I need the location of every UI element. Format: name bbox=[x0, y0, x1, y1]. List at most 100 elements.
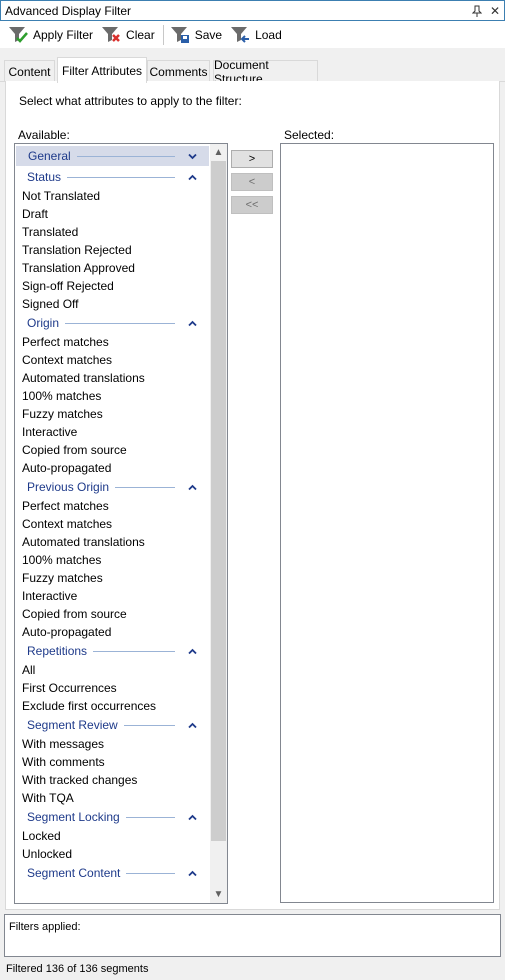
title-bar: Advanced Display Filter ✕ bbox=[0, 0, 505, 21]
scroll-down-icon[interactable]: ▼ bbox=[210, 886, 227, 903]
list-item[interactable]: Interactive bbox=[15, 587, 209, 605]
list-item[interactable]: Context matches bbox=[15, 515, 209, 533]
group-title: Segment Review bbox=[27, 718, 118, 732]
group-header[interactable]: Status bbox=[15, 167, 209, 187]
list-item[interactable]: Fuzzy matches bbox=[15, 569, 209, 587]
list-item[interactable]: All bbox=[15, 661, 209, 679]
list-item[interactable]: Draft bbox=[15, 205, 209, 223]
chevron-up-icon[interactable] bbox=[185, 722, 199, 729]
add-button[interactable]: > bbox=[231, 150, 273, 168]
list-item[interactable]: First Occurrences bbox=[15, 679, 209, 697]
status-text: Filtered 136 of 136 segments bbox=[6, 963, 149, 975]
list-item[interactable]: Auto-propagated bbox=[15, 459, 209, 477]
funnel-save-icon bbox=[170, 26, 189, 43]
list-item[interactable]: Copied from source bbox=[15, 441, 209, 459]
group-header[interactable]: Segment Review bbox=[15, 715, 209, 735]
clear-button[interactable]: Clear bbox=[98, 23, 158, 47]
save-button[interactable]: Save bbox=[167, 23, 225, 47]
group-divider bbox=[93, 650, 175, 652]
list-item[interactable]: Auto-propagated bbox=[15, 623, 209, 641]
group-divider bbox=[65, 322, 175, 324]
chevron-up-icon[interactable] bbox=[185, 648, 199, 655]
available-list-items: General Status Not Translated Draft Translat… bbox=[15, 144, 209, 883]
group-header[interactable]: Repetitions bbox=[15, 641, 209, 661]
list-item[interactable]: With TQA bbox=[15, 789, 209, 807]
list-item[interactable]: Copied from source bbox=[15, 605, 209, 623]
list-item[interactable]: With tracked changes bbox=[15, 771, 209, 789]
filters-applied-box: Filters applied: bbox=[4, 914, 501, 957]
chevron-up-icon[interactable] bbox=[185, 870, 199, 877]
chevron-up-icon[interactable] bbox=[185, 814, 199, 821]
selected-label: Selected: bbox=[284, 128, 335, 142]
group-title: Origin bbox=[27, 316, 60, 330]
list-item[interactable]: Unlocked bbox=[15, 845, 209, 863]
selected-list[interactable] bbox=[280, 143, 494, 903]
close-icon[interactable]: ✕ bbox=[486, 2, 504, 20]
funnel-load-icon bbox=[231, 26, 250, 43]
list-item[interactable]: Sign-off Rejected bbox=[15, 277, 209, 295]
toolbar-separator bbox=[162, 24, 164, 45]
list-item[interactable]: With comments bbox=[15, 753, 209, 771]
scroll-up-icon[interactable]: ▲ bbox=[210, 144, 227, 161]
list-item[interactable]: Signed Off bbox=[15, 295, 209, 313]
load-button[interactable]: Load bbox=[227, 23, 285, 47]
funnel-clear-icon bbox=[102, 26, 120, 42]
group-title: Segment Content bbox=[27, 866, 121, 880]
list-item[interactable]: Exclude first occurrences bbox=[15, 697, 209, 715]
list-item[interactable]: Translation Rejected bbox=[15, 241, 209, 259]
group-divider bbox=[125, 816, 175, 818]
chevron-up-icon[interactable] bbox=[185, 320, 199, 327]
chevron-up-icon[interactable] bbox=[185, 484, 199, 491]
group-divider bbox=[123, 724, 175, 726]
scrollbar-thumb[interactable] bbox=[211, 161, 226, 841]
funnel-check-icon bbox=[9, 26, 28, 43]
toolbar: Apply Filter Clear Save Load bbox=[0, 21, 505, 48]
list-item[interactable]: Automated translations bbox=[15, 533, 209, 551]
available-list[interactable]: General Status Not Translated Draft Translat… bbox=[14, 143, 228, 904]
window-title: Advanced Display Filter bbox=[5, 3, 132, 18]
apply-filter-label: Apply Filter bbox=[33, 27, 94, 42]
clear-label: Clear bbox=[126, 27, 155, 42]
pin-icon[interactable] bbox=[468, 2, 486, 20]
list-item[interactable]: Locked bbox=[15, 827, 209, 845]
list-item[interactable]: Not Translated bbox=[15, 187, 209, 205]
tab-filter-attributes[interactable]: Filter Attributes bbox=[57, 57, 147, 83]
load-label: Load bbox=[255, 27, 282, 42]
tab-content[interactable]: Content bbox=[4, 60, 55, 82]
list-item[interactable]: Translated bbox=[15, 223, 209, 241]
list-item[interactable]: Automated translations bbox=[15, 369, 209, 387]
group-header[interactable]: Origin bbox=[15, 313, 209, 333]
apply-filter-button[interactable]: Apply Filter bbox=[5, 23, 96, 47]
list-item[interactable]: 100% matches bbox=[15, 551, 209, 569]
tab-document-structure[interactable]: Document Structure bbox=[213, 58, 318, 86]
group-title: General bbox=[28, 149, 71, 163]
chevron-down-icon[interactable] bbox=[185, 153, 199, 160]
list-item[interactable]: Perfect matches bbox=[15, 333, 209, 351]
list-item[interactable]: Context matches bbox=[15, 351, 209, 369]
list-item[interactable]: Perfect matches bbox=[15, 497, 209, 515]
group-title: Segment Locking bbox=[27, 810, 120, 824]
filters-applied-label: Filters applied: bbox=[9, 921, 81, 933]
instruction-text: Select what attributes to apply to the f… bbox=[19, 94, 242, 108]
list-item[interactable]: Translation Approved bbox=[15, 259, 209, 277]
chevron-up-icon[interactable] bbox=[185, 174, 199, 181]
list-item[interactable]: 100% matches bbox=[15, 387, 209, 405]
list-item[interactable]: Fuzzy matches bbox=[15, 405, 209, 423]
remove-all-button[interactable]: << bbox=[231, 196, 273, 214]
available-label: Available: bbox=[18, 128, 70, 142]
group-title: Status bbox=[27, 170, 62, 184]
group-header[interactable]: Segment Locking bbox=[15, 807, 209, 827]
filter-attributes-panel: Select what attributes to apply to the f… bbox=[5, 81, 500, 910]
list-item[interactable]: Interactive bbox=[15, 423, 209, 441]
group-header[interactable]: Previous Origin bbox=[15, 477, 209, 497]
remove-button[interactable]: < bbox=[231, 173, 273, 191]
group-header[interactable]: Segment Content bbox=[15, 863, 209, 883]
group-divider bbox=[67, 176, 175, 178]
list-item[interactable]: With messages bbox=[15, 735, 209, 753]
group-divider bbox=[115, 486, 175, 488]
group-title: Repetitions bbox=[27, 644, 88, 658]
vertical-scrollbar[interactable]: ▲ ▼ bbox=[210, 144, 227, 903]
group-divider bbox=[76, 155, 175, 157]
group-header[interactable]: General bbox=[16, 146, 209, 166]
tab-comments[interactable]: Comments bbox=[147, 60, 210, 82]
